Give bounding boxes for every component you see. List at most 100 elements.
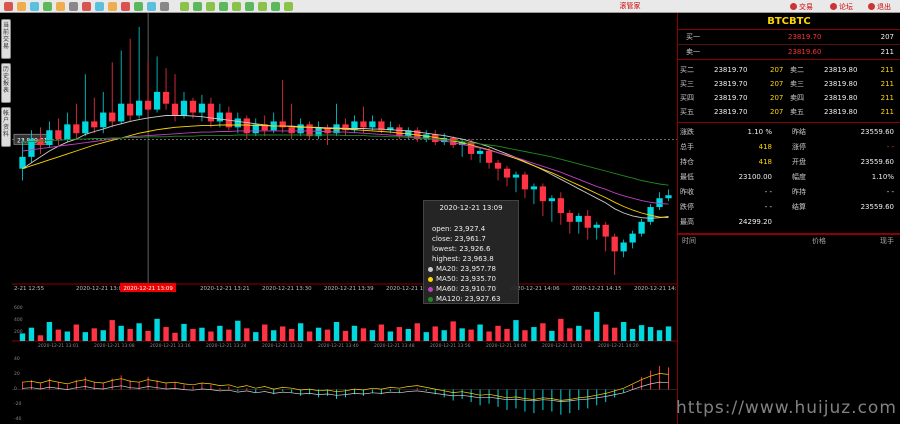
ma20-dot-icon xyxy=(428,266,433,272)
volume-bar xyxy=(280,326,286,341)
volume-bar xyxy=(297,323,304,341)
buy1-row: 买一 23819.70 207 xyxy=(678,30,900,45)
market-stats: 涨跌 1.10 % 昨结 23559.60 总手 418 涨停 - - 持仓 418 开盘 23559… xyxy=(678,123,900,234)
macd-axis-label: 0 xyxy=(14,386,17,392)
volume-bar xyxy=(82,332,88,341)
search-icon[interactable] xyxy=(17,2,26,11)
candle-body xyxy=(306,124,313,137)
volume-bar xyxy=(342,330,349,341)
stat-row: 持仓 418 开盘 23559.60 xyxy=(678,155,900,170)
zoom-out-icon[interactable] xyxy=(95,2,104,11)
volume-bar xyxy=(181,323,187,341)
highlight-time-label: 2020-12-21 13:09 xyxy=(123,286,173,292)
candle-body xyxy=(557,198,564,213)
exit-button[interactable]: 退出 xyxy=(868,1,891,12)
toolbar-tool-icon[interactable] xyxy=(206,2,215,11)
volume-time-label: 2020-12-21 13:16 xyxy=(150,343,191,349)
kline-chart[interactable]: 23,929.612-21 12:552020-12-21 13:013:122… xyxy=(12,13,677,424)
toolbar-tool-icon[interactable] xyxy=(258,2,267,11)
stat-row: 最低 23100.00 幅度 1.10% xyxy=(678,170,900,185)
candle-body xyxy=(162,91,170,104)
tab-current-trade[interactable]: 当前交易 xyxy=(1,19,11,59)
candle-body xyxy=(46,130,53,146)
forum-button[interactable]: 论坛 xyxy=(830,1,853,12)
candle-body xyxy=(55,130,62,140)
stat-value: 23559.60 xyxy=(860,203,894,211)
candle-body xyxy=(180,100,188,116)
volume-bar xyxy=(253,332,259,341)
tooltip-ma50-text: MA50: 23,935.70 xyxy=(436,275,496,283)
refresh-icon[interactable] xyxy=(30,2,39,11)
volume-bar xyxy=(100,330,106,341)
candle-body xyxy=(485,150,493,163)
volume-bar xyxy=(432,326,438,341)
settings-icon[interactable] xyxy=(108,2,117,11)
volume-bar xyxy=(172,332,178,341)
toolbar-tool-icon[interactable] xyxy=(180,2,189,11)
calendar-icon[interactable] xyxy=(69,2,78,11)
depth-buy-label: 买二 xyxy=(680,66,694,74)
zoom-in-icon[interactable] xyxy=(82,2,91,11)
stat-label: 结算 xyxy=(792,203,806,211)
tab-account-info[interactable]: 帐户资料 xyxy=(1,107,11,147)
toolbar-tool-icon[interactable] xyxy=(219,2,228,11)
filter-icon[interactable] xyxy=(121,2,130,11)
candle-chart-icon[interactable] xyxy=(56,2,65,11)
volume-time-label: 2020-12-21 13:48 xyxy=(374,343,415,349)
depth-sell-qty: 211 xyxy=(880,80,894,88)
volume-time-label: 2020-12-21 13:08 xyxy=(94,343,135,349)
stat-value: 418 xyxy=(758,143,772,151)
exit-icon xyxy=(868,3,875,10)
toolbar-tool-icon[interactable] xyxy=(284,2,293,11)
volume-time-label: 2020-12-21 14:04 xyxy=(486,343,527,349)
grid-icon[interactable] xyxy=(134,2,143,11)
watermark: https://www.huijuz.com xyxy=(676,398,897,418)
toolbar-tool-icon[interactable] xyxy=(232,2,241,11)
home-icon[interactable] xyxy=(4,2,13,11)
candle-body xyxy=(91,121,98,128)
depth-sell-qty: 211 xyxy=(880,108,894,116)
tab-history-report[interactable]: 历史报表 xyxy=(1,63,11,103)
volume-bar xyxy=(477,324,483,341)
volume-bar xyxy=(450,321,456,341)
stat-label: 幅度 xyxy=(792,173,806,181)
candle-body xyxy=(494,162,502,169)
toolbar-tool-icon[interactable] xyxy=(245,2,254,11)
candle-body xyxy=(369,121,376,128)
stat-value: 23559.60 xyxy=(860,158,894,166)
volume-bar xyxy=(594,311,600,341)
depth-buy-qty: 207 xyxy=(770,108,784,116)
volume-bar xyxy=(513,320,519,341)
stat-value: 1.10 % xyxy=(747,128,772,136)
ma60-dot-icon xyxy=(428,286,433,292)
toolbar-title: 滚管家 xyxy=(619,2,641,10)
volume-bar xyxy=(37,335,44,341)
candle-body xyxy=(288,127,295,134)
volume-bar xyxy=(226,329,232,341)
volume-bar xyxy=(244,328,250,341)
toolbar-tool-icon[interactable] xyxy=(193,2,202,11)
candle-body xyxy=(100,112,107,128)
time-axis-label: 2020-12-21 14:24 xyxy=(634,286,677,292)
macd-axis-label: 20 xyxy=(14,371,20,377)
line-icon[interactable] xyxy=(147,2,156,11)
candle-body xyxy=(602,224,609,237)
candle-body xyxy=(593,224,600,228)
volume-bar xyxy=(324,329,331,341)
order-depth: 买二 23819.70 207 卖二 23819.80 211 买三 23819.70 207 卖… xyxy=(678,60,900,123)
candle-body xyxy=(503,168,511,178)
ma50-dot-icon xyxy=(428,276,433,282)
candle-body xyxy=(566,212,573,222)
ma-line-ma120 xyxy=(22,134,669,186)
depth-buy-qty: 207 xyxy=(770,66,784,74)
volume-bar xyxy=(19,333,26,341)
bar-chart-icon[interactable] xyxy=(43,2,52,11)
time-axis-label: 2020-12-21 14:15 xyxy=(572,286,622,292)
stat-row: 总手 418 涨停 - - xyxy=(678,140,900,155)
trade-button[interactable]: 交易 xyxy=(790,1,813,12)
window-icon[interactable] xyxy=(160,2,169,11)
stat-label: 涨跌 xyxy=(680,128,694,136)
toolbar-tool-icon[interactable] xyxy=(271,2,280,11)
trade-head-price: 价格 xyxy=(812,237,826,245)
trade-head-time: 时间 xyxy=(682,237,696,245)
